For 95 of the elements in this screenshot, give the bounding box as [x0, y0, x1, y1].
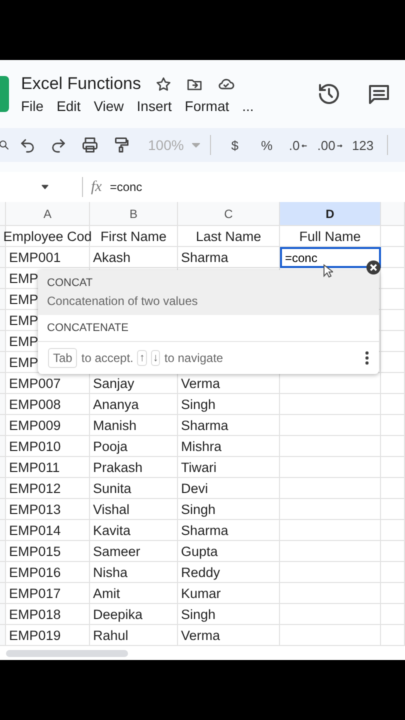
format-button[interactable]: .0 — [282, 138, 315, 152]
table-cell: EMP011 — [6, 457, 90, 478]
undo-icon[interactable] — [19, 136, 36, 154]
table-cell: Sharma — [178, 247, 280, 268]
table-cell: Mishra — [178, 436, 280, 457]
format-button[interactable]: .00 — [314, 138, 347, 152]
table-cell: Sameer — [90, 541, 178, 562]
empty-cell — [381, 436, 405, 457]
table-cell: Singh — [178, 604, 280, 625]
menu-item[interactable]: View — [94, 98, 124, 114]
table-cell: Gupta — [178, 541, 280, 562]
table-cell: Last Name — [178, 226, 280, 247]
format-button[interactable]: % — [250, 138, 283, 152]
close-icon[interactable] — [366, 260, 381, 275]
arrow-key: ↓ — [150, 350, 160, 366]
table-cell: EMP009 — [6, 415, 90, 436]
document-title[interactable]: Excel Functions — [21, 74, 141, 94]
table-cell: EMP013 — [6, 499, 90, 520]
empty-cell — [381, 478, 405, 499]
table-cell: Kavita — [90, 520, 178, 541]
empty-cell — [381, 226, 405, 247]
comment-icon[interactable] — [367, 82, 391, 106]
table-cell: Employee Cod — [6, 226, 90, 247]
table-cell: Pooja — [90, 436, 178, 457]
table-cell: Ananya — [90, 394, 178, 415]
table-cell: EMP010 — [6, 436, 90, 457]
table-cell: EMP017 — [6, 583, 90, 604]
table-cell: EMP016 — [6, 562, 90, 583]
empty-cell — [381, 352, 405, 373]
menu-item[interactable]: Edit — [56, 98, 81, 114]
empty-cell — [381, 415, 405, 436]
table-cell: First Name — [90, 226, 178, 247]
table-cell: Singh — [178, 499, 280, 520]
table-cell: Amit — [90, 583, 178, 604]
table-cell: Kumar — [178, 583, 280, 604]
table-cell: Manish — [90, 415, 178, 436]
format-button[interactable]: 123 — [346, 138, 379, 152]
redo-icon[interactable] — [50, 136, 67, 154]
table-cell: Devi — [178, 478, 280, 499]
table-cell: Sunita — [90, 478, 178, 499]
history-icon[interactable] — [317, 82, 341, 106]
empty-cell — [381, 373, 405, 394]
star-icon[interactable] — [155, 76, 172, 92]
hint-text: to navigate — [164, 351, 224, 365]
table-cell: Tiwari — [178, 457, 280, 478]
dropdown-icon[interactable] — [40, 182, 50, 192]
empty-cell — [381, 583, 405, 604]
empty-cell — [381, 289, 405, 310]
menu-item[interactable]: File — [21, 98, 44, 114]
table-cell: Full Name — [280, 226, 381, 247]
table-cell: EMP018 — [6, 604, 90, 625]
empty-cell — [381, 541, 405, 562]
empty-cell — [381, 604, 405, 625]
empty-cell — [381, 562, 405, 583]
table-cell: Akash — [90, 247, 178, 268]
empty-cell — [381, 268, 405, 289]
format-button[interactable]: $ — [218, 138, 251, 152]
sheets-logo[interactable] — [0, 76, 9, 112]
table-cell: EMP015 — [6, 541, 90, 562]
table-cell: Sharma — [178, 520, 280, 541]
tab-key: Tab — [48, 348, 78, 368]
more-icon[interactable] — [365, 351, 369, 365]
table-cell: Deepika — [90, 604, 178, 625]
empty-cell — [381, 394, 405, 415]
empty-cell — [381, 247, 405, 268]
function-icon: fx — [91, 178, 102, 196]
table-cell: EMP012 — [6, 478, 90, 499]
menu-item[interactable]: Insert — [136, 98, 172, 114]
column-header[interactable]: A — [6, 202, 90, 226]
table-cell: Nisha — [90, 562, 178, 583]
empty-cell — [381, 520, 405, 541]
empty-cell — [381, 331, 405, 352]
table-cell: EMP008 — [6, 394, 90, 415]
scrollbar-thumb[interactable] — [6, 650, 128, 656]
table-cell: Sharma — [178, 415, 280, 436]
cursor-icon — [323, 264, 333, 278]
table-cell: Vishal — [90, 499, 178, 520]
table-cell: EMP014 — [6, 520, 90, 541]
suggestion-item[interactable]: CONCAT Concatenation of two values — [38, 270, 379, 315]
menu-item[interactable]: Format — [184, 98, 230, 114]
formula-input[interactable]: =conc — [110, 180, 142, 194]
row-header[interactable] — [0, 226, 6, 247]
column-header[interactable]: D — [280, 202, 381, 226]
table-cell: Singh — [178, 394, 280, 415]
table-cell: Prakash — [90, 457, 178, 478]
table-cell: Reddy — [178, 562, 280, 583]
empty-cell — [381, 499, 405, 520]
table-cell: EMP001 — [6, 247, 90, 268]
arrow-key: ↑ — [137, 350, 147, 366]
column-header[interactable]: B — [90, 202, 178, 226]
print-icon[interactable] — [80, 136, 98, 154]
menu-item[interactable]: ... — [242, 98, 254, 114]
empty-cell — [381, 310, 405, 331]
column-header[interactable] — [381, 202, 405, 226]
empty-cell — [381, 457, 405, 478]
